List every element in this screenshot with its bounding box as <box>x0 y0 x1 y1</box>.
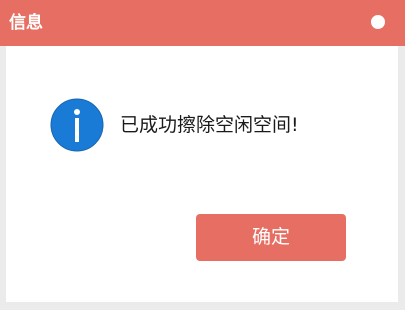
close-dot-icon[interactable] <box>371 15 385 29</box>
info-icon <box>50 98 104 152</box>
titlebar: 信息 <box>0 0 405 46</box>
dialog-body: 已成功擦除空闲空间! 确定 <box>6 46 398 302</box>
info-dialog: 信息 已成功擦除空闲空间! 确定 <box>0 0 405 310</box>
message-text: 已成功擦除空闲空间! <box>120 114 299 136</box>
ok-button[interactable]: 确定 <box>196 214 346 261</box>
dialog-title: 信息 <box>9 13 43 33</box>
